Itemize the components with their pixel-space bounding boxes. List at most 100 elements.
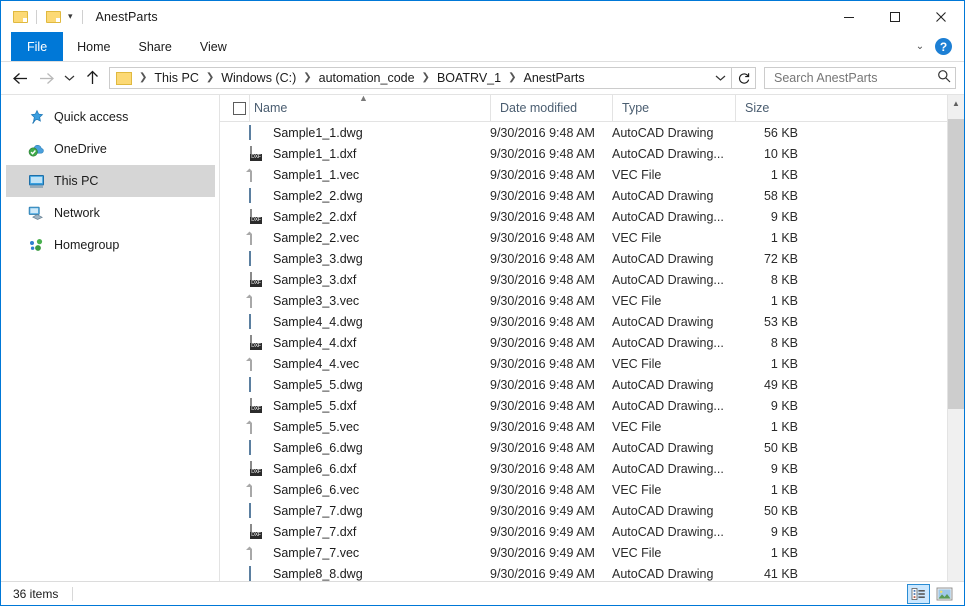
file-name-cell[interactable]: DXFSample6_6.dxf: [220, 461, 490, 477]
tab-file[interactable]: File: [11, 32, 63, 61]
file-date-cell: 9/30/2016 9:48 AM: [490, 462, 612, 476]
file-name-cell[interactable]: Sample6_6.vec: [220, 482, 490, 498]
file-name-cell[interactable]: DXFSample7_7.dxf: [220, 524, 490, 540]
file-size-cell: 53 KB: [735, 315, 808, 329]
file-name-cell[interactable]: Sample2_2.vec: [220, 230, 490, 246]
recent-locations-icon[interactable]: [59, 65, 79, 91]
table-row[interactable]: Sample5_5.vec9/30/2016 9:48 AMVEC File1 …: [220, 416, 964, 437]
search-icon[interactable]: [937, 69, 951, 88]
chevron-down-icon[interactable]: ⌄: [909, 41, 931, 52]
file-date-cell: 9/30/2016 9:48 AM: [490, 168, 612, 182]
file-name-cell[interactable]: Sample1_1.vec: [220, 167, 490, 183]
file-name-cell[interactable]: Sample2_2.dwg: [220, 188, 490, 204]
breadcrumb-separator[interactable]: ❯: [299, 73, 315, 83]
table-row[interactable]: DXFSample5_5.dxf9/30/2016 9:48 AMAutoCAD…: [220, 395, 964, 416]
breadcrumb-item-windows-c[interactable]: Windows (C:): [218, 71, 299, 85]
scrollbar-thumb[interactable]: [948, 119, 964, 409]
file-name-cell[interactable]: DXFSample2_2.dxf: [220, 209, 490, 225]
file-name-cell[interactable]: Sample7_7.dwg: [220, 503, 490, 519]
file-name-cell[interactable]: Sample8_8.dwg: [220, 566, 490, 582]
table-row[interactable]: Sample5_5.dwg9/30/2016 9:48 AMAutoCAD Dr…: [220, 374, 964, 395]
back-arrow-icon[interactable]: [7, 65, 33, 91]
minimize-icon[interactable]: [826, 1, 872, 32]
breadcrumb-item-this-pc[interactable]: This PC: [151, 71, 201, 85]
file-name-cell[interactable]: DXFSample4_4.dxf: [220, 335, 490, 351]
select-all-checkbox[interactable]: [220, 95, 249, 121]
column-header-type[interactable]: Type: [612, 95, 735, 121]
table-row[interactable]: Sample3_3.vec9/30/2016 9:48 AMVEC File1 …: [220, 290, 964, 311]
table-row[interactable]: Sample1_1.vec9/30/2016 9:48 AMVEC File1 …: [220, 164, 964, 185]
breadcrumb-separator[interactable]: ❯: [504, 73, 520, 83]
file-name-cell[interactable]: Sample1_1.dwg: [220, 125, 490, 141]
table-row[interactable]: DXFSample4_4.dxf9/30/2016 9:48 AMAutoCAD…: [220, 332, 964, 353]
folder-properties-icon[interactable]: [42, 6, 64, 28]
up-arrow-icon[interactable]: [79, 65, 105, 91]
table-row[interactable]: Sample6_6.dwg9/30/2016 9:48 AMAutoCAD Dr…: [220, 437, 964, 458]
table-row[interactable]: Sample4_4.vec9/30/2016 9:48 AMVEC File1 …: [220, 353, 964, 374]
file-name-cell[interactable]: Sample4_4.vec: [220, 356, 490, 372]
toolbar-divider-2: [82, 10, 83, 24]
table-row[interactable]: DXFSample3_3.dxf9/30/2016 9:48 AMAutoCAD…: [220, 269, 964, 290]
breadcrumb-separator[interactable]: ❯: [418, 73, 434, 83]
search-box[interactable]: [764, 67, 956, 89]
large-icons-view-icon[interactable]: [933, 584, 956, 604]
ribbon-tabs: File Home Share View ⌄ ?: [1, 32, 964, 62]
file-name-cell[interactable]: Sample6_6.dwg: [220, 440, 490, 456]
breadcrumb-bar[interactable]: ❯ This PC ❯ Windows (C:) ❯ automation_co…: [109, 67, 732, 89]
tab-home[interactable]: Home: [63, 32, 124, 61]
table-row[interactable]: DXFSample2_2.dxf9/30/2016 9:48 AMAutoCAD…: [220, 206, 964, 227]
breadcrumb-item-anestparts[interactable]: AnestParts: [520, 71, 587, 85]
breadcrumb-separator[interactable]: ❯: [202, 73, 218, 83]
file-name-cell[interactable]: Sample3_3.dwg: [220, 251, 490, 267]
table-row[interactable]: Sample2_2.dwg9/30/2016 9:48 AMAutoCAD Dr…: [220, 185, 964, 206]
chevron-down-icon[interactable]: [709, 68, 731, 88]
help-icon[interactable]: ?: [935, 38, 952, 55]
file-date-cell: 9/30/2016 9:48 AM: [490, 294, 612, 308]
folder-icon[interactable]: [9, 6, 31, 28]
file-type-cell: VEC File: [612, 168, 735, 182]
details-view-icon[interactable]: [907, 584, 930, 604]
column-header-date-modified[interactable]: Date modified: [490, 95, 612, 121]
dwg-file-icon: [249, 314, 265, 330]
refresh-icon[interactable]: [732, 67, 756, 89]
sidebar-item-homegroup[interactable]: Homegroup: [6, 229, 215, 261]
file-date-cell: 9/30/2016 9:48 AM: [490, 483, 612, 497]
sidebar-item-onedrive[interactable]: OneDrive: [6, 133, 215, 165]
file-name-cell[interactable]: Sample7_7.vec: [220, 545, 490, 561]
scroll-up-icon[interactable]: ▲: [948, 95, 964, 112]
maximize-icon[interactable]: [872, 1, 918, 32]
table-row[interactable]: Sample7_7.vec9/30/2016 9:49 AMVEC File1 …: [220, 542, 964, 563]
table-row[interactable]: DXFSample1_1.dxf9/30/2016 9:48 AMAutoCAD…: [220, 143, 964, 164]
vertical-scrollbar[interactable]: ▲ ▼: [947, 95, 964, 594]
table-row[interactable]: Sample3_3.dwg9/30/2016 9:48 AMAutoCAD Dr…: [220, 248, 964, 269]
breadcrumb-item-automation-code[interactable]: automation_code: [316, 71, 418, 85]
tab-share[interactable]: Share: [125, 32, 186, 61]
file-name-cell[interactable]: Sample5_5.dwg: [220, 377, 490, 393]
sidebar-item-this-pc[interactable]: This PC: [6, 165, 215, 197]
file-name-label: Sample3_3.dxf: [273, 273, 356, 287]
breadcrumb-item-boatrv-1[interactable]: BOATRV_1: [434, 71, 504, 85]
column-header-name[interactable]: Name: [249, 95, 490, 121]
file-type-cell: AutoCAD Drawing...: [612, 210, 735, 224]
table-row[interactable]: Sample1_1.dwg9/30/2016 9:48 AMAutoCAD Dr…: [220, 122, 964, 143]
table-row[interactable]: Sample6_6.vec9/30/2016 9:48 AMVEC File1 …: [220, 479, 964, 500]
tab-view[interactable]: View: [186, 32, 241, 61]
sidebar-item-quick-access[interactable]: Quick access: [6, 101, 215, 133]
chevron-down-icon[interactable]: ▾: [64, 12, 77, 21]
search-input[interactable]: [772, 70, 937, 86]
sidebar-item-network[interactable]: Network: [6, 197, 215, 229]
file-name-cell[interactable]: Sample4_4.dwg: [220, 314, 490, 330]
table-row[interactable]: Sample7_7.dwg9/30/2016 9:49 AMAutoCAD Dr…: [220, 500, 964, 521]
table-row[interactable]: Sample2_2.vec9/30/2016 9:48 AMVEC File1 …: [220, 227, 964, 248]
file-name-cell[interactable]: Sample3_3.vec: [220, 293, 490, 309]
file-name-cell[interactable]: DXFSample1_1.dxf: [220, 146, 490, 162]
table-row[interactable]: DXFSample6_6.dxf9/30/2016 9:48 AMAutoCAD…: [220, 458, 964, 479]
table-row[interactable]: DXFSample7_7.dxf9/30/2016 9:49 AMAutoCAD…: [220, 521, 964, 542]
table-row[interactable]: Sample4_4.dwg9/30/2016 9:48 AMAutoCAD Dr…: [220, 311, 964, 332]
file-type-cell: AutoCAD Drawing...: [612, 273, 735, 287]
close-icon[interactable]: [918, 1, 964, 32]
file-name-cell[interactable]: DXFSample3_3.dxf: [220, 272, 490, 288]
file-name-cell[interactable]: DXFSample5_5.dxf: [220, 398, 490, 414]
file-name-cell[interactable]: Sample5_5.vec: [220, 419, 490, 435]
column-header-size[interactable]: Size: [735, 95, 808, 121]
